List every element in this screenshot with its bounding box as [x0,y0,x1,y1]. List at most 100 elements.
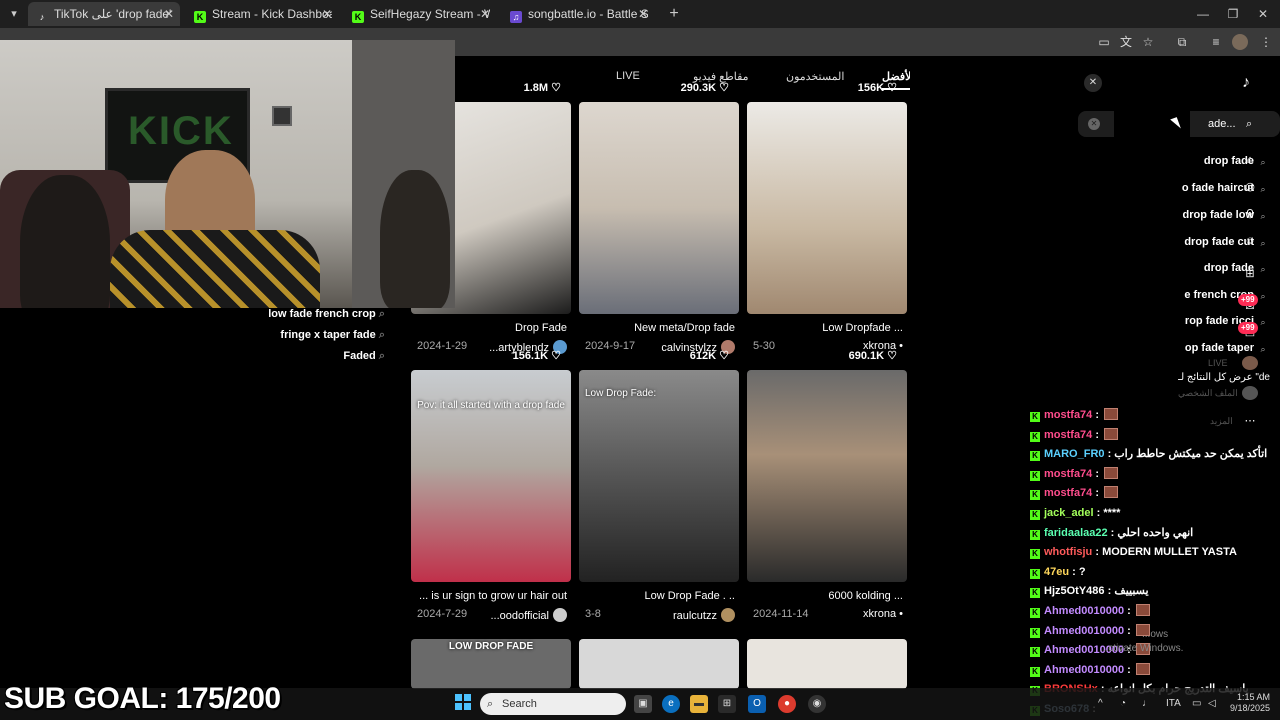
chat-separator: : [1104,585,1115,598]
video-thumbnail[interactable] [579,102,739,314]
tab-search-button[interactable]: ▾ [4,4,24,24]
language-indicator[interactable]: ITA [1166,698,1181,709]
chat-username[interactable]: whotfisju [1044,546,1092,558]
chat-username[interactable]: 47eu [1044,566,1069,578]
tray-arrow-icon[interactable]: ^ [1098,698,1103,709]
chat-username[interactable]: mostfa74 [1044,487,1092,499]
chat-emote-icon [1104,427,1119,440]
view-count: 612K [689,350,717,362]
video-caption[interactable]: 6000 kolding ... [828,590,903,602]
browser-tab-bar: ▾ ♪TikTok على 'drop fade' اعثر على✕ KStr… [0,0,1280,28]
explore-icon[interactable]: ◎ [1242,180,1258,194]
tiktok-icon: ♪ [39,12,45,22]
related-search-item[interactable]: low fade french crop ⌕ [268,308,385,321]
extensions-icon[interactable]: ⧉ [1174,34,1190,50]
chat-username[interactable]: jack_adel [1044,507,1094,519]
activate-windows-watermark: ...ows ...ctivate Windows. [1100,629,1184,654]
notification-badge: +99 [1238,294,1258,306]
search-icon: ⌕ [1260,317,1266,327]
chat-username[interactable]: Ahmed0010000 [1044,605,1124,617]
close-tab-icon[interactable]: ✕ [164,2,174,26]
reading-list-icon[interactable]: ≡ [1208,34,1224,50]
search-icon: ⌕ [378,308,385,320]
chat-message: K 47eu : ? [1030,563,1086,581]
tab-tiktok[interactable]: ♪TikTok على 'drop fade' اعثر على✕ [28,2,180,26]
obs-icon[interactable]: ◉ [808,695,826,713]
upload-icon[interactable]: ⊞ [1242,267,1258,281]
profile-avatar[interactable] [1242,356,1258,370]
network-icon[interactable]: ▭ [1192,698,1201,709]
view-count: 690.1K [848,350,885,362]
close-tab-icon[interactable]: ✕ [322,2,332,26]
outlook-icon[interactable]: O [748,695,766,713]
new-tab-button[interactable]: + [664,4,684,24]
taskbar-search-box[interactable]: ⌕ Search [480,693,626,715]
file-explorer-icon[interactable]: ▬ [690,695,708,713]
video-thumbnail[interactable] [579,370,739,582]
chat-username[interactable]: Hjz5OtY486 [1044,585,1105,597]
menu-dots-icon[interactable]: ⋮ [1258,34,1274,50]
volume-icon[interactable]: ◁ [1208,698,1216,709]
cast-icon[interactable]: ▭ [1096,34,1112,50]
edge-icon[interactable]: e [662,695,680,713]
video-author[interactable]: xkrona • [863,608,903,620]
search-input[interactable]: ade... ⌕ [1190,111,1280,137]
close-window-button[interactable]: ✕ [1248,4,1278,24]
dropdown-suggestion[interactable]: op fade taper [1185,342,1254,354]
chat-username[interactable]: MARO_FR0 [1044,448,1105,460]
profile-avatar-small[interactable] [1242,386,1258,400]
kick-badge-icon: K [1030,529,1040,540]
heart-icon: ♡ [551,82,561,94]
taskbar-clock[interactable]: 1:15 AM 9/18/2025 [1220,692,1270,714]
video-caption[interactable]: New meta/Drop fade [634,322,735,334]
tab-kick-dashboard[interactable]: KStream - Kick Dashboard✕ [186,2,338,26]
video-caption[interactable]: Low Drop Fade . .. [645,590,736,602]
video-caption[interactable]: Drop Fade [515,322,567,334]
tab-songbattle[interactable]: ♫songbattle.io - Battle Songs ag✕ [502,2,654,26]
tab-kick-stream[interactable]: KSeifHegazy Stream - Watch Live✕ [344,2,496,26]
search-clear-area[interactable]: ✕ [1078,111,1114,137]
profile-avatar[interactable] [1232,34,1248,50]
chrome-icon[interactable]: ● [778,695,796,713]
chat-username[interactable]: faridaalaa22 [1044,527,1108,539]
task-view-icon[interactable]: ▣ [634,695,652,713]
chat-username[interactable]: mostfa74 [1044,429,1092,441]
related-search-item[interactable]: Faded ⌕ [343,350,385,363]
heart-icon: ♡ [887,350,897,362]
video-author[interactable]: ...oodofficial [490,608,567,622]
video-author[interactable]: raulcutzz [673,608,735,622]
video-thumbnail[interactable] [747,370,907,582]
maximize-button[interactable]: ❐ [1218,4,1248,24]
video-caption[interactable]: Low Dropfade ... [822,322,903,334]
chat-username[interactable]: Ahmed0010000 [1044,664,1124,676]
wifi-icon[interactable]: ◔ [1120,698,1126,709]
home-icon[interactable]: ⌂ [1242,153,1258,167]
bookmark-star-icon[interactable]: ☆ [1140,34,1156,50]
minimize-button[interactable]: — [1188,4,1218,24]
tab-users[interactable]: المستخدمون [786,70,844,83]
close-tab-icon[interactable]: ✕ [480,2,490,26]
chat-username[interactable]: mostfa74 [1044,468,1092,480]
video-date: 3-8 [585,608,601,620]
chat-separator: : [1107,526,1118,539]
tab-live[interactable]: LIVE [616,70,640,82]
tiktok-logo-icon[interactable]: ♪ [1242,74,1250,92]
store-icon[interactable]: ⊞ [718,695,736,713]
windows-start-icon[interactable] [455,694,471,710]
mic-icon[interactable]: ♩ [1142,698,1152,709]
close-search-button[interactable]: ✕ [1084,74,1102,92]
view-all-results-link[interactable]: عرض كل النتائج لـ "de [1178,372,1270,383]
search-icon[interactable]: ⌕ [1246,111,1252,137]
translate-icon[interactable]: 文 [1118,34,1134,50]
related-search-item[interactable]: fringe x taper fade ⌕ [280,329,385,342]
clear-search-icon[interactable]: ✕ [1088,118,1100,130]
video-thumbnail[interactable] [747,639,907,689]
chat-text: اتأكد يمكن حد ميكتش حاطط راب [1114,448,1268,461]
video-caption[interactable]: ... is ur sign to grow ur hair out [419,590,567,602]
chat-username[interactable]: mostfa74 [1044,409,1092,421]
close-tab-icon[interactable]: ✕ [638,2,648,26]
friends-icon[interactable]: ☺ [1242,234,1258,248]
video-thumbnail[interactable] [747,102,907,314]
video-thumbnail[interactable] [579,639,739,689]
following-icon[interactable]: ⚲ [1242,207,1258,221]
